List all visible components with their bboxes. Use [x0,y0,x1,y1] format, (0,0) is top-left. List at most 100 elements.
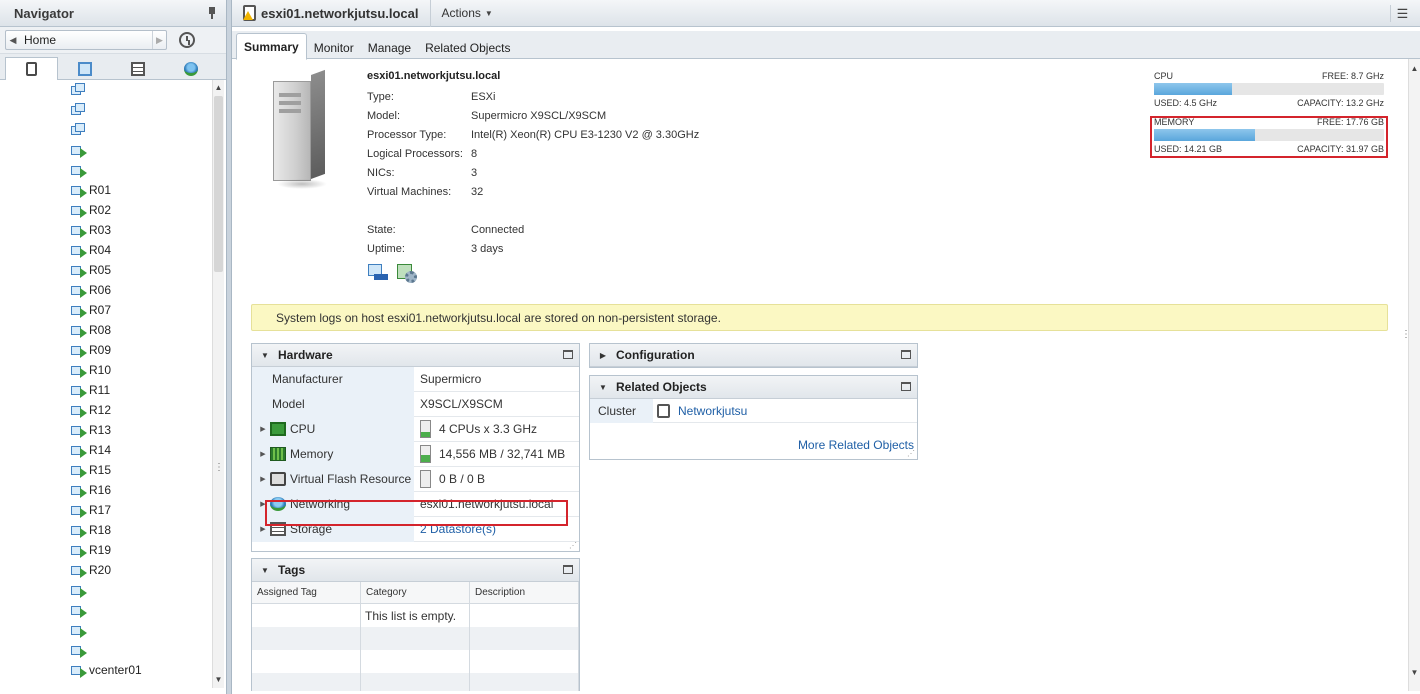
tree-item[interactable] [0,100,212,120]
tab-summary[interactable]: Summary [236,33,307,60]
home-button[interactable]: ◀ Home ▶ [5,30,167,50]
actions-menu[interactable]: Actions ▼ [442,6,493,20]
collapse-icon[interactable]: ▼ [256,566,274,575]
navigator-panel: Navigator ◀ Home ▶ R01 R02 R03 R04 R05 R06 R07… [0,0,227,694]
property-value: 8 [471,148,478,160]
maximize-icon[interactable] [563,350,573,359]
tree-item[interactable]: R13 [0,420,212,440]
hardware-value: Supermicro [420,372,482,386]
tab-hosts-clusters[interactable] [5,57,58,80]
vm-on-icon [71,303,87,318]
column-assigned-tag[interactable]: Assigned Tag [252,582,361,603]
splitter-grip-icon[interactable]: ⋮ [214,463,224,473]
tree-item[interactable]: R08 [0,320,212,340]
tree-item[interactable]: R04 [0,240,212,260]
tree-item[interactable]: R09 [0,340,212,360]
tab-storage[interactable] [111,57,164,80]
cluster-link[interactable]: Networkjutsu [678,404,747,418]
tab-networking[interactable] [164,57,217,80]
collapse-icon[interactable]: ▼ [594,383,612,392]
migrate-vm-icon[interactable] [366,262,390,284]
collapse-icon[interactable]: ▼ [256,351,274,360]
vm-on-icon [71,463,87,478]
inventory-tree: R01 R02 R03 R04 R05 R06 R07 R08 R09 R10 R11 R12 R13 R… [0,80,212,688]
tags-portlet: ▼ Tags Assigned Tag Category Description… [251,558,580,691]
hardware-key: Manufacturer [272,372,343,386]
tree-item[interactable]: R18 [0,520,212,540]
scroll-thumb[interactable] [214,96,223,272]
resize-grip-icon[interactable]: ⋰ [907,449,915,458]
tree-item[interactable]: R20 [0,560,212,580]
hardware-row: ▶ Virtual Flash Resource 0 B / 0 B [252,466,579,492]
vm-on-icon [71,483,87,498]
history-icon[interactable] [179,32,195,48]
back-arrow-icon[interactable]: ◀ [6,31,20,49]
expand-icon[interactable]: ▶ [256,425,270,433]
tree-item[interactable]: vcenter01 [0,660,212,680]
scroll-down-icon[interactable]: ▼ [1409,667,1420,679]
tab-monitor[interactable]: Monitor [307,35,361,60]
vm-on-icon [71,183,87,198]
tree-item[interactable]: R17 [0,500,212,520]
vm-on-icon [71,623,87,638]
tags-header[interactable]: ▼ Tags [252,559,579,582]
tree-item[interactable]: R06 [0,280,212,300]
expand-icon[interactable]: ▶ [594,351,612,360]
vm-on-icon [71,323,87,338]
column-category[interactable]: Category [361,582,470,603]
tree-item-label: R19 [89,543,112,557]
server-image [273,69,327,193]
list-menu-icon[interactable]: ☰ [1390,5,1414,22]
tree-item[interactable] [0,80,212,100]
navigator-scrollbar[interactable]: ▲ ▼ [212,80,224,688]
tree-item[interactable]: R12 [0,400,212,420]
tab-vms-templates[interactable] [58,57,111,80]
vm-on-icon [71,443,87,458]
tree-item[interactable]: R10 [0,360,212,380]
vm-on-icon [71,143,87,158]
scroll-up-icon[interactable]: ▲ [213,82,224,94]
tree-item[interactable] [0,160,212,180]
forward-arrow-icon[interactable]: ▶ [152,31,166,49]
tree-item[interactable]: R05 [0,260,212,280]
tree-item[interactable]: R16 [0,480,212,500]
tree-item-label: R20 [89,563,112,577]
tree-item-label: R08 [89,323,112,337]
tree-item[interactable]: R15 [0,460,212,480]
tab-related-objects[interactable]: Related Objects [418,35,517,60]
tree-item[interactable]: R19 [0,540,212,560]
tree-item[interactable]: R03 [0,220,212,240]
maximize-icon[interactable] [563,565,573,574]
hardware-header[interactable]: ▼ Hardware [252,344,579,367]
column-description[interactable]: Description [470,582,579,603]
scroll-grip-icon[interactable]: ⋮ [1401,329,1411,340]
tree-item[interactable] [0,600,212,620]
tree-item[interactable] [0,120,212,140]
tree-item[interactable]: R02 [0,200,212,220]
tree-item[interactable] [0,620,212,640]
expand-icon[interactable]: ▶ [256,475,270,483]
expand-icon[interactable]: ▶ [256,450,270,458]
host-settings-icon[interactable] [395,262,419,284]
tree-item[interactable] [0,140,212,160]
more-related-objects-link[interactable]: More Related Objects [798,438,914,452]
expand-icon[interactable]: ▶ [256,525,270,533]
tree-item[interactable]: R01 [0,180,212,200]
property-value: Intel(R) Xeon(R) CPU E3-1230 V2 @ 3.30GH… [471,129,700,141]
maximize-icon[interactable] [901,350,911,359]
tab-manage[interactable]: Manage [361,35,418,60]
scroll-down-icon[interactable]: ▼ [213,674,224,686]
maximize-icon[interactable] [901,382,911,391]
tree-item[interactable]: R14 [0,440,212,460]
tree-item[interactable]: R11 [0,380,212,400]
pin-icon[interactable] [206,6,218,20]
resize-grip-icon[interactable]: ⋰ [569,541,577,550]
tree-item-label: R02 [89,203,112,217]
tree-item[interactable] [0,580,212,600]
tree-item[interactable] [0,640,212,660]
main-scrollbar[interactable]: ▲ ⋮ ▼ [1401,59,1420,691]
configuration-header[interactable]: ▶ Configuration [590,344,917,367]
tree-item[interactable]: R07 [0,300,212,320]
scroll-up-icon[interactable]: ▲ [1409,63,1420,75]
related-objects-header[interactable]: ▼ Related Objects [590,376,917,399]
